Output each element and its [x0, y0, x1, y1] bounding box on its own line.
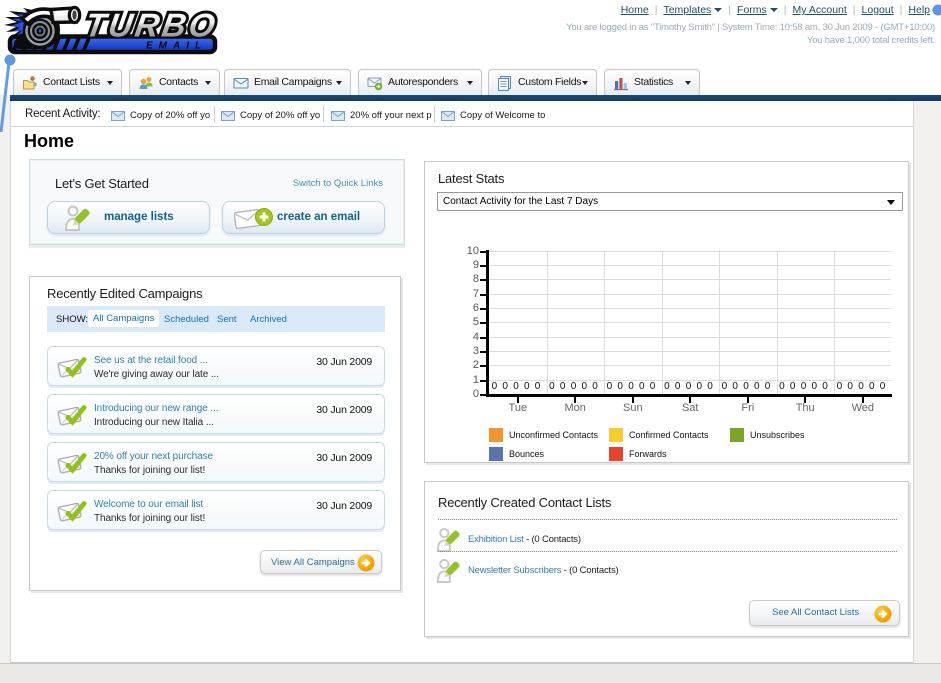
svg-text:TURBO: TURBO — [82, 8, 220, 45]
